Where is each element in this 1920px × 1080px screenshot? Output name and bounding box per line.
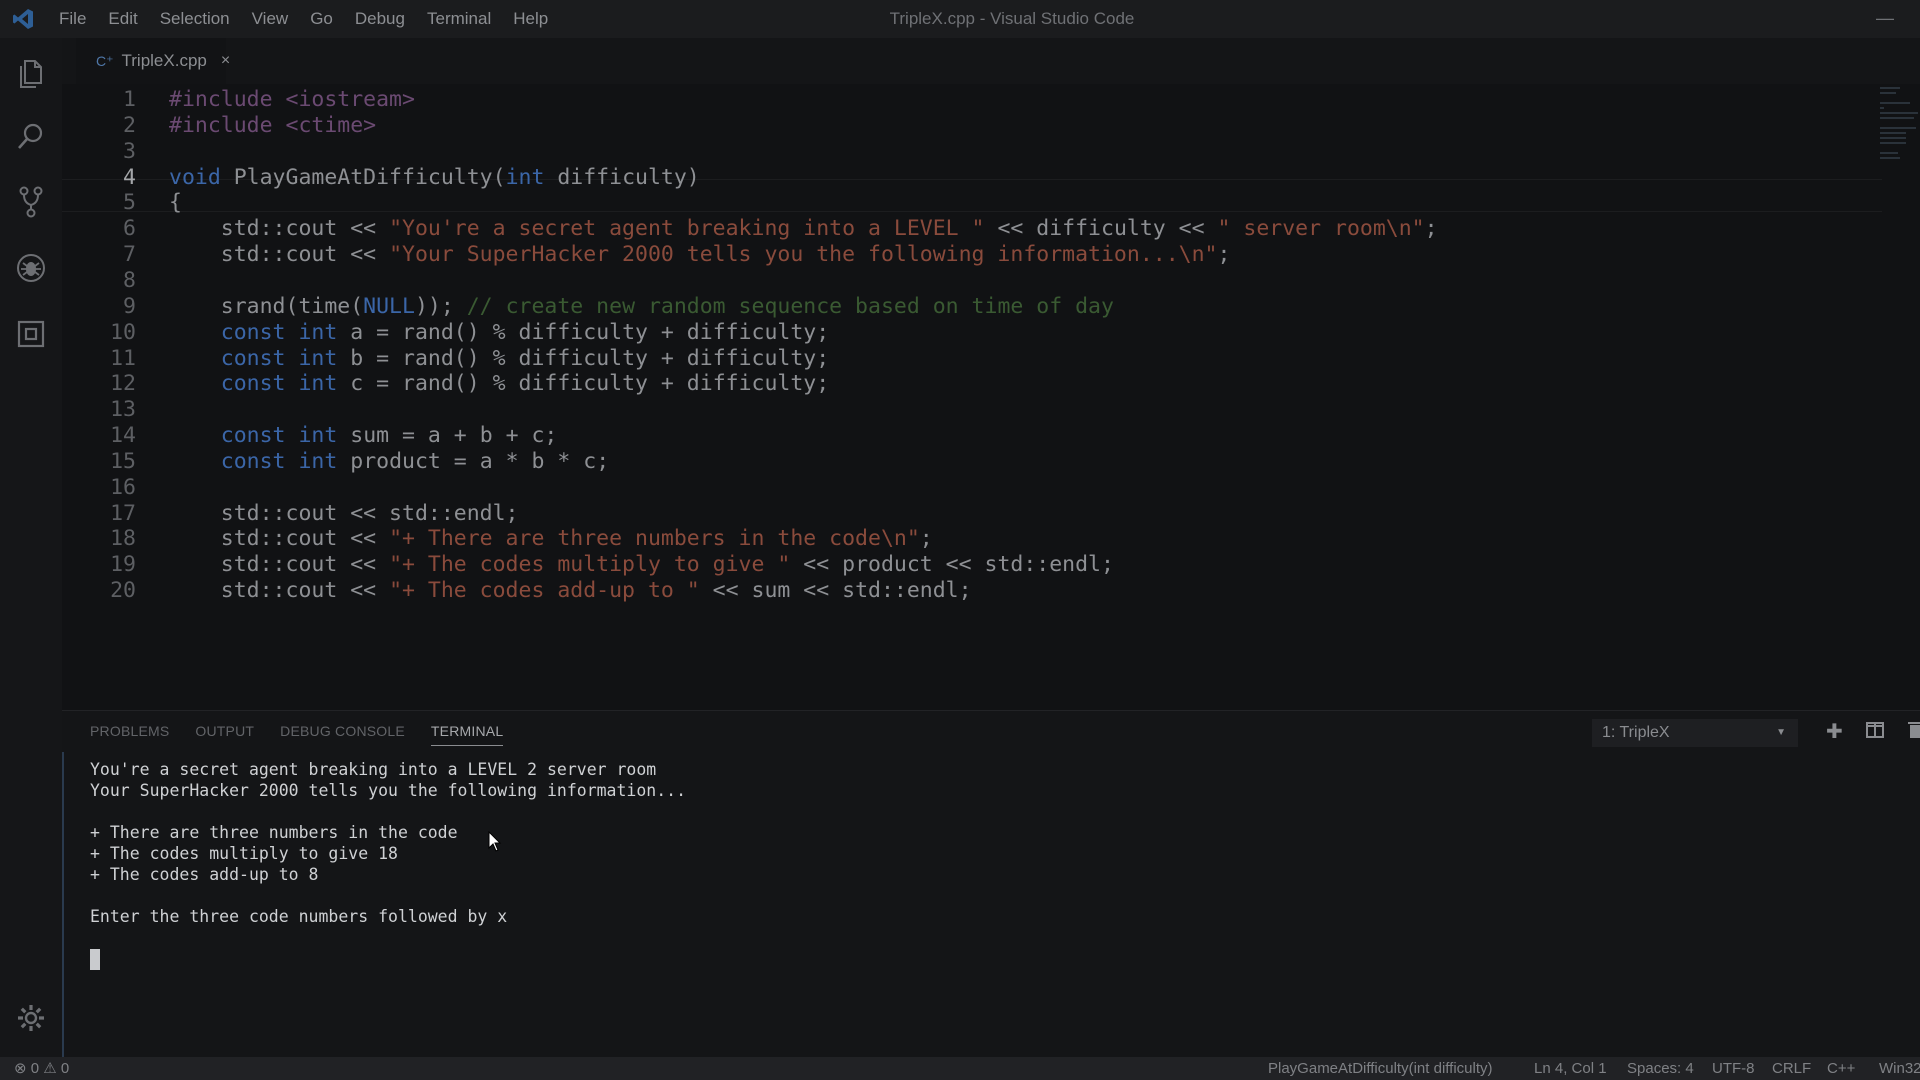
language-mode[interactable]: C++ — [1827, 1057, 1855, 1080]
terminal-line: + The codes multiply to give 18 — [90, 844, 398, 863]
chevron-down-icon: ▼ — [1776, 727, 1786, 738]
activity-bar — [0, 38, 62, 1057]
error-count: 0 — [30, 1060, 40, 1077]
code-text: std::cout << "+ The codes add-up to " <<… — [169, 578, 972, 604]
code-line[interactable]: 20 std::cout << "+ The codes add-up to "… — [62, 575, 1862, 607]
menu-terminal[interactable]: Terminal — [416, 0, 502, 38]
cursor-position[interactable]: Ln 4, Col 1 — [1534, 1057, 1607, 1080]
terminal-output[interactable]: You're a secret agent breaking into a LE… — [90, 759, 686, 927]
cpp-file-icon: C⁺ — [96, 52, 114, 69]
close-icon[interactable]: × — [221, 52, 230, 70]
terminal-cursor — [90, 949, 100, 970]
trash-icon[interactable] — [1908, 721, 1920, 745]
encoding[interactable]: UTF-8 — [1712, 1057, 1755, 1080]
extensions-icon[interactable] — [13, 316, 49, 352]
menu-help[interactable]: Help — [502, 0, 559, 38]
warning-count: 0 — [60, 1060, 70, 1077]
new-terminal-icon[interactable]: ✚ — [1826, 719, 1843, 744]
tab-debug-console[interactable]: DEBUG CONSOLE — [280, 723, 405, 746]
line-endings[interactable]: CRLF — [1772, 1057, 1811, 1080]
terminal-line: + The codes add-up to 8 — [90, 865, 319, 884]
status-bar: ⊗ 0 ⚠ 0 PlayGameAtDifficulty(int difficu… — [0, 1057, 1920, 1080]
editor-tabs: C⁺ TripleX.cpp × — [62, 38, 1920, 84]
menu-debug[interactable]: Debug — [344, 0, 416, 38]
menu-view[interactable]: View — [241, 0, 300, 38]
minimize-icon[interactable]: — — [1876, 8, 1894, 29]
warning-icon: ⚠ — [43, 1060, 57, 1077]
split-terminal-icon[interactable] — [1866, 721, 1884, 745]
menu-file[interactable]: File — [48, 0, 97, 38]
bottom-panel: PROBLEMS OUTPUT DEBUG CONSOLE TERMINAL 1… — [62, 710, 1920, 1058]
menu-selection[interactable]: Selection — [149, 0, 241, 38]
mouse-pointer-icon — [488, 830, 502, 858]
title-bar: File Edit Selection View Go Debug Termin… — [0, 0, 1920, 38]
vscode-logo-icon — [12, 8, 34, 30]
tab-triplex-cpp[interactable]: C⁺ TripleX.cpp × — [76, 38, 230, 84]
terminal-select[interactable]: 1: TripleX ▼ — [1592, 719, 1798, 747]
terminal-line: Enter the three code numbers followed by… — [90, 907, 508, 926]
settings-gear-icon[interactable] — [13, 1000, 49, 1036]
panel-tabs: PROBLEMS OUTPUT DEBUG CONSOLE TERMINAL — [90, 723, 529, 746]
menu-go[interactable]: Go — [299, 0, 344, 38]
debug-icon[interactable] — [13, 250, 49, 286]
terminal-line: Your SuperHacker 2000 tells you the foll… — [90, 781, 687, 800]
menu-edit[interactable]: Edit — [97, 0, 148, 38]
tab-problems[interactable]: PROBLEMS — [90, 723, 169, 746]
error-icon: ⊗ — [14, 1060, 27, 1077]
indentation[interactable]: Spaces: 4 — [1627, 1057, 1694, 1080]
tab-label: TripleX.cpp — [121, 51, 207, 70]
tab-terminal[interactable]: TERMINAL — [430, 723, 504, 746]
source-control-icon[interactable] — [13, 184, 49, 220]
minimap[interactable] — [1880, 84, 1920, 244]
menu-bar: File Edit Selection View Go Debug Termin… — [48, 0, 559, 38]
current-function[interactable]: PlayGameAtDifficulty(int difficulty) — [1268, 1057, 1493, 1080]
terminal-line: + There are three numbers in the code — [90, 823, 458, 842]
code-editor[interactable]: 1 #include <iostream> 2 #include <ctime> 3 4 v… — [62, 84, 1920, 710]
terminal-focus-border — [62, 752, 64, 1057]
search-icon[interactable] — [13, 118, 49, 154]
platform[interactable]: Win32 — [1879, 1057, 1920, 1080]
tab-output[interactable]: OUTPUT — [195, 723, 254, 746]
terminal-select-value: 1: TripleX — [1602, 724, 1670, 741]
line-number: 20 — [110, 578, 136, 604]
explorer-icon[interactable] — [13, 56, 49, 92]
terminal-line: You're a secret agent breaking into a LE… — [90, 760, 657, 779]
problems-indicator[interactable]: ⊗ 0 ⚠ 0 — [14, 1057, 69, 1080]
